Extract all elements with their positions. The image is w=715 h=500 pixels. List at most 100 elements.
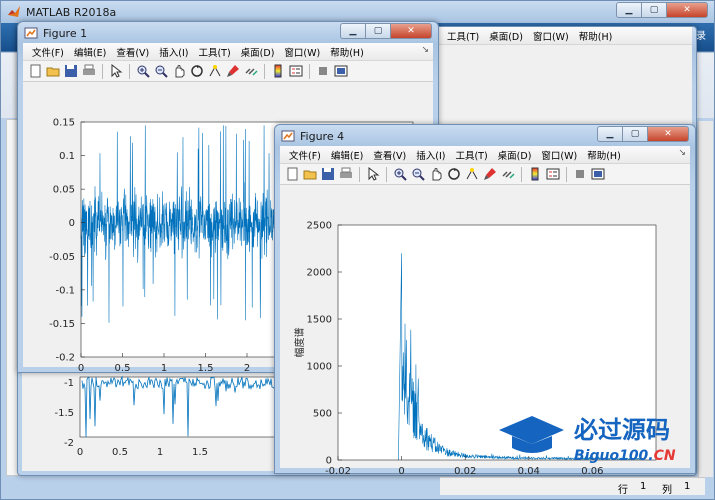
minimize-button[interactable]: ▁: [616, 2, 641, 18]
minimize-button[interactable]: ▁: [340, 23, 365, 39]
figure1-ytick-label: -0.2: [55, 353, 75, 364]
menu-item-file[interactable]: 文件(F): [27, 45, 69, 59]
toolbar-separator: [386, 166, 387, 182]
figure4-xtick-label: -0.02: [325, 466, 351, 474]
figure4-ytick-label: 500: [313, 409, 332, 420]
figure4-xtick-label: 0.02: [454, 466, 476, 474]
matlab-logo-icon: [8, 6, 20, 17]
toolbar-separator: [521, 166, 522, 182]
menu-item-help[interactable]: 帮助(H): [325, 45, 369, 59]
open-icon[interactable]: [302, 166, 318, 182]
toolbar-separator: [129, 63, 130, 79]
close-button[interactable]: ✕: [647, 126, 689, 142]
maximize-button[interactable]: ▢: [622, 126, 647, 142]
zoom-in-icon[interactable]: [392, 166, 408, 182]
main-window-title: MATLAB R2018a: [26, 5, 117, 19]
status-col-label: 列: [662, 485, 672, 496]
close-button[interactable]: ✕: [390, 23, 432, 39]
figure1-title: Figure 1: [43, 26, 88, 40]
brush-icon[interactable]: [482, 166, 498, 182]
new-icon[interactable]: [284, 166, 300, 182]
hide-tools-icon[interactable]: [572, 166, 588, 182]
menu-item-edit[interactable]: 编辑(E): [326, 148, 368, 162]
figure4-menubar: 文件(F) 编辑(E) 查看(V) 插入(I) 工具(T) 桌面(D) 窗口(W…: [280, 146, 690, 164]
toolbar-separator: [566, 166, 567, 182]
figure1-xtick-label: 0: [78, 363, 84, 373]
figure1-ytick-label: 0: [69, 218, 75, 229]
bg-xtick-label: 0.5: [112, 447, 128, 458]
figure1-xtick-label: 1: [161, 363, 167, 373]
menu-item-desktop[interactable]: 桌面(D): [493, 148, 537, 162]
link-icon[interactable]: [243, 63, 259, 79]
menu-item-insert[interactable]: 插入(I): [154, 45, 193, 59]
figure4-ytick-label: 0: [326, 456, 332, 467]
main-titlebar: MATLAB R2018a: [1, 1, 714, 23]
status-bar: 行 1 列 1: [440, 477, 705, 496]
save-icon[interactable]: [320, 166, 336, 182]
rotate-icon[interactable]: [446, 166, 462, 182]
pan-icon[interactable]: [171, 63, 187, 79]
undock-arrow-icon[interactable]: ↘: [678, 148, 686, 158]
figure4-xtick-label: 0: [398, 466, 404, 474]
menu-item-window[interactable]: 窗口(W): [536, 148, 582, 162]
link-icon[interactable]: [500, 166, 516, 182]
pointer-icon[interactable]: [108, 63, 124, 79]
bg-ytick-label: -2: [64, 438, 74, 449]
save-icon[interactable]: [63, 63, 79, 79]
zoom-out-icon[interactable]: [153, 63, 169, 79]
maximize-button[interactable]: ▢: [365, 23, 390, 39]
print-icon[interactable]: [81, 63, 97, 79]
figure1-ytick-label: -0.05: [49, 252, 75, 263]
figure1-ytick-label: -0.1: [55, 285, 75, 296]
figure1-caption-buttons: ▁ ▢ ✕: [340, 23, 432, 39]
figure1-ytick-label: 0.1: [59, 151, 75, 162]
figure4-ylabel: 幅度谱: [293, 328, 306, 358]
menu-item-tools[interactable]: 工具(T): [450, 148, 492, 162]
pointer-icon[interactable]: [365, 166, 381, 182]
minimize-button[interactable]: ▁: [597, 126, 622, 142]
watermark-logo: 必过源码 Biguo100.CN: [499, 416, 676, 464]
legend-icon[interactable]: [288, 63, 304, 79]
close-button[interactable]: ✕: [666, 2, 708, 18]
menu-item-view[interactable]: 查看(V): [368, 148, 411, 162]
show-tools-icon[interactable]: [333, 63, 349, 79]
print-icon[interactable]: [338, 166, 354, 182]
zoom-in-icon[interactable]: [135, 63, 151, 79]
pan-icon[interactable]: [428, 166, 444, 182]
figure4-title: Figure 4: [300, 129, 345, 143]
figure4-caption-buttons: ▁ ▢ ✕: [597, 126, 689, 142]
legend-icon[interactable]: [545, 166, 561, 182]
show-tools-icon[interactable]: [590, 166, 606, 182]
data-cursor-icon[interactable]: [207, 63, 223, 79]
menu-item-desktop[interactable]: 桌面(D): [236, 45, 280, 59]
open-icon[interactable]: [45, 63, 61, 79]
menu-item-help[interactable]: 帮助(H): [582, 148, 626, 162]
undock-arrow-icon[interactable]: ↘: [421, 45, 429, 55]
menu-item-window[interactable]: 窗口(W): [279, 45, 325, 59]
zoom-out-icon[interactable]: [410, 166, 426, 182]
brush-icon[interactable]: [225, 63, 241, 79]
ribbon-tab-fragment[interactable]: 录: [696, 27, 706, 42]
menu-item-tools[interactable]: 工具(T): [193, 45, 235, 59]
figure1-ytick-label: 0.15: [53, 118, 75, 129]
figure1-toolbar: [23, 61, 433, 82]
colorbar-icon[interactable]: [270, 63, 286, 79]
menu-item-file[interactable]: 文件(F): [284, 148, 326, 162]
figure1-xtick-label: 2: [244, 363, 250, 373]
menu-item-edit[interactable]: 编辑(E): [69, 45, 111, 59]
bg-ytick-label: -1: [64, 378, 74, 389]
figure1-xtick-label: 1.5: [198, 363, 214, 373]
hide-tools-icon[interactable]: [315, 63, 331, 79]
rotate-icon[interactable]: [189, 63, 205, 79]
bg-xtick-label: 1.5: [192, 447, 208, 458]
menu-item-view[interactable]: 查看(V): [111, 45, 154, 59]
data-cursor-icon[interactable]: [464, 166, 480, 182]
figure1-menubar: 文件(F) 编辑(E) 查看(V) 插入(I) 工具(T) 桌面(D) 窗口(W…: [23, 43, 433, 61]
maximize-button[interactable]: ▢: [641, 2, 666, 18]
new-icon[interactable]: [27, 63, 43, 79]
bg-xtick-label: 0: [77, 447, 83, 458]
menu-item-insert[interactable]: 插入(I): [411, 148, 450, 162]
colorbar-icon[interactable]: [527, 166, 543, 182]
svg-text:必过源码: 必过源码: [574, 416, 670, 444]
figure-icon: [24, 27, 38, 39]
